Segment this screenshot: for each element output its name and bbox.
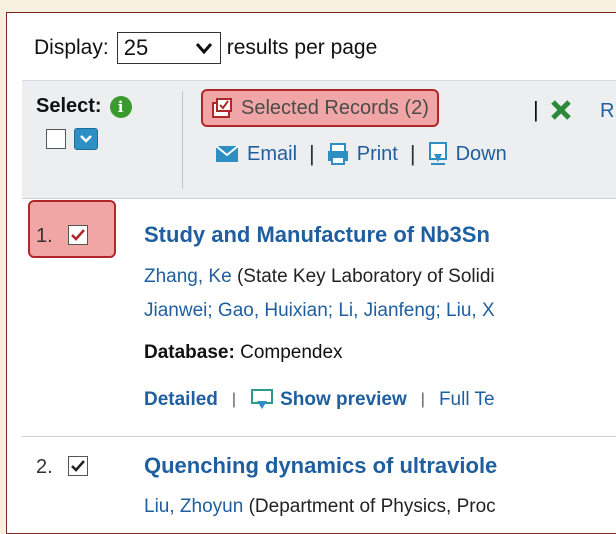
select-all-checkbox[interactable] [46, 129, 66, 149]
remove-label[interactable]: R [600, 100, 614, 123]
download-label: Down [455, 142, 507, 165]
detailed-link[interactable]: Detailed [144, 389, 218, 411]
display-label: Display: [34, 36, 109, 59]
print-button[interactable]: Print [327, 143, 398, 166]
results-per-page-suffix: results per page [226, 36, 378, 59]
result-database: Database: Compendex [144, 342, 343, 364]
toolbar-divider [182, 91, 183, 189]
toolbar-actions: Email | Print | Down [215, 141, 507, 167]
remove-icon[interactable] [550, 99, 572, 121]
preview-icon [251, 389, 274, 409]
link-separator: | [231, 391, 237, 408]
selected-records-button[interactable]: Selected Records (2) [201, 89, 439, 127]
result-links: Detailed | Show preview | Full Te [144, 389, 495, 411]
author-affiliation: (State Key Laboratory of Solidi [231, 266, 495, 287]
chevron-down-icon [195, 43, 212, 55]
result-title[interactable]: Quenching dynamics of ultraviole [144, 453, 497, 479]
selected-records-label: Selected Records (2) [241, 96, 429, 119]
email-button[interactable]: Email [215, 143, 297, 166]
result-authors-line2[interactable]: Jianwei; Gao, Huixian; Li, Jianfeng; Liu… [144, 300, 495, 322]
display-row: Display: 25 results per page [34, 31, 377, 65]
result-authors: Liu, Zhoyun (Department of Physics, Proc [144, 496, 496, 518]
select-options-dropdown[interactable] [74, 128, 98, 150]
divider [22, 436, 616, 437]
results-per-page-select[interactable]: 25 [116, 32, 221, 64]
divider [22, 198, 616, 199]
select-label: Select: [36, 95, 102, 117]
print-icon [327, 143, 348, 165]
result-authors: Zhang, Ke (State Key Laboratory of Solid… [144, 266, 495, 288]
full-text-link[interactable]: Full Te [439, 389, 495, 411]
author-link[interactable]: Zhang, Ke [144, 266, 232, 287]
results-toolbar: Select: i Selected Records (2) | R Email… [22, 80, 616, 199]
database-label: Database: [144, 342, 235, 363]
download-icon [428, 142, 447, 165]
email-icon [215, 145, 239, 162]
results-per-page-value: 25 [123, 35, 149, 60]
result-number: 1. [36, 225, 53, 247]
email-label: Email [247, 142, 298, 165]
toolbar-separator: | [409, 141, 416, 166]
checkmark-icon [71, 229, 85, 241]
database-value: Compendex [240, 342, 343, 363]
print-label: Print [356, 142, 398, 165]
toolbar-separator: | [309, 141, 315, 166]
result-title[interactable]: Study and Manufacture of Nb3Sn [144, 222, 490, 248]
select-area: Select: i [36, 95, 132, 150]
info-icon[interactable]: i [109, 95, 132, 118]
result-number: 2. [36, 456, 53, 478]
toolbar-separator: | [533, 97, 539, 122]
result-checkbox[interactable] [68, 225, 88, 245]
checkmark-icon [71, 460, 85, 472]
show-preview-label: Show preview [280, 389, 407, 410]
selected-records-icon [212, 98, 232, 118]
link-separator: | [420, 391, 425, 408]
download-button[interactable]: Down [428, 142, 507, 166]
show-preview-link[interactable]: Show preview [250, 389, 407, 411]
result-checkbox[interactable] [68, 456, 88, 476]
chevron-down-icon [80, 135, 92, 143]
